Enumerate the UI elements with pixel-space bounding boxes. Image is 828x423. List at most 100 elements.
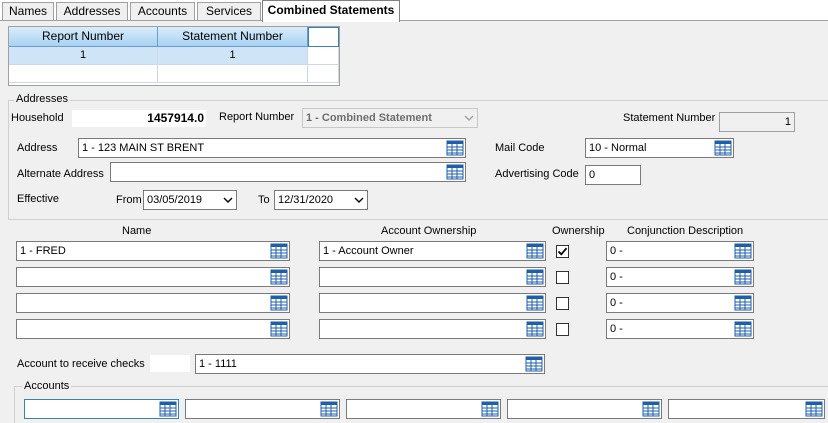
list-picker-icon[interactable] [734, 269, 752, 285]
conjunction-description-field[interactable]: 0 - [606, 241, 754, 261]
alternate-address-field[interactable] [110, 162, 466, 182]
grid-header-statement-number[interactable]: Statement Number [158, 27, 308, 47]
from-label: From [116, 194, 142, 206]
address-label: Address [17, 142, 58, 154]
tab-accounts[interactable]: Accounts [130, 2, 195, 21]
tab-addresses[interactable]: Addresses [56, 2, 128, 21]
conjunction-description-value: 0 - [610, 323, 623, 335]
advertising-code-label: Advertising Code [495, 168, 579, 180]
chevron-down-icon [464, 115, 474, 121]
statement-number-field: 1 [719, 112, 795, 132]
ownership-checkbox[interactable] [556, 271, 569, 284]
list-picker-icon[interactable] [734, 321, 752, 337]
list-picker-icon[interactable] [270, 321, 288, 337]
tab-services[interactable]: Services [197, 2, 261, 21]
ownership-checkbox[interactable] [556, 297, 569, 310]
conjunction-description-field[interactable]: 0 - [606, 293, 754, 313]
advertising-code-field[interactable]: 0 [585, 165, 641, 185]
account-field[interactable] [185, 399, 340, 419]
account-field[interactable] [346, 399, 501, 419]
grid-cell-empty [308, 65, 339, 83]
statements-grid[interactable]: Report Number Statement Number 1 1 [8, 26, 340, 86]
conjunction-description-field[interactable]: 0 - [606, 319, 754, 339]
grid-cell-statement-number[interactable]: 1 [158, 47, 308, 65]
account-ownership-field[interactable] [319, 293, 546, 313]
conjunction-description-value: 0 - [610, 297, 623, 309]
list-picker-icon[interactable] [446, 164, 464, 180]
account-ownership-value: 1 - Account Owner [323, 245, 414, 257]
to-date-value: 12/31/2020 [278, 194, 334, 206]
grid-header-spacer [308, 27, 339, 47]
account-ownership-field[interactable]: 1 - Account Owner [319, 241, 546, 261]
household-value: 1457914.0 [147, 111, 204, 125]
tab-combined-statements[interactable]: Combined Statements [262, 0, 400, 22]
mail-code-value: 10 - Normal [589, 142, 647, 154]
report-number-value: 1 - Combined Statement [306, 112, 432, 124]
list-picker-icon[interactable] [714, 140, 732, 156]
grid-cell-empty [158, 65, 308, 83]
tab-bar: Names Addresses Accounts Services Combin… [0, 0, 828, 22]
grid-cell-empty [308, 47, 339, 65]
conjunction-description-value: 0 - [610, 271, 623, 283]
list-picker-icon[interactable] [734, 243, 752, 259]
from-date-field[interactable]: 03/05/2019 [143, 190, 237, 210]
account-ownership-column-header: Account Ownership [381, 225, 477, 237]
owner-name-value: 1 - FRED [20, 245, 66, 257]
tab-names[interactable]: Names [2, 2, 54, 21]
checks-spacer [150, 355, 190, 372]
chevron-down-icon[interactable] [223, 195, 233, 205]
ownership-checkbox[interactable] [556, 245, 569, 258]
list-picker-icon[interactable] [446, 140, 464, 156]
conjunction-column-header: Conjunction Description [627, 225, 744, 237]
account-field[interactable] [507, 399, 662, 419]
list-picker-icon[interactable] [526, 295, 544, 311]
list-picker-icon[interactable] [526, 269, 544, 285]
list-picker-icon[interactable] [320, 401, 338, 417]
list-picker-icon[interactable] [525, 356, 543, 372]
statement-number-label: Statement Number [623, 112, 716, 124]
from-date-value: 03/05/2019 [147, 194, 203, 206]
account-ownership-field[interactable] [319, 319, 546, 339]
list-picker-icon[interactable] [270, 295, 288, 311]
name-column-header: Name [122, 225, 152, 237]
report-number-select[interactable]: 1 - Combined Statement [302, 108, 478, 128]
list-picker-icon[interactable] [526, 243, 544, 259]
account-field[interactable] [24, 399, 179, 419]
list-picker-icon[interactable] [159, 401, 177, 417]
mail-code-label: Mail Code [495, 142, 545, 154]
list-picker-icon[interactable] [526, 321, 544, 337]
list-picker-icon[interactable] [734, 295, 752, 311]
list-picker-icon[interactable] [805, 401, 823, 417]
ownership-checkbox[interactable] [556, 323, 569, 336]
grid-cell-empty [9, 65, 158, 83]
list-picker-icon[interactable] [270, 243, 288, 259]
accounts-group-title: Accounts [22, 380, 72, 392]
list-picker-icon[interactable] [270, 269, 288, 285]
conjunction-description-value: 0 - [610, 245, 623, 257]
grid-header-report-number[interactable]: Report Number [9, 27, 158, 47]
account-ownership-field[interactable] [319, 267, 546, 287]
conjunction-description-field[interactable]: 0 - [606, 267, 754, 287]
addresses-group-title: Addresses [14, 93, 70, 105]
checkmark-icon [557, 247, 568, 256]
household-label: Household [11, 112, 64, 124]
grid-cell-report-number[interactable]: 1 [9, 47, 158, 65]
account-field[interactable] [668, 399, 825, 419]
ownership-column-header: Ownership [552, 225, 605, 237]
list-picker-icon[interactable] [481, 401, 499, 417]
alternate-address-label: Alternate Address [17, 168, 104, 180]
to-label: To [258, 194, 270, 206]
account-to-receive-checks-label: Account to receive checks [17, 358, 145, 370]
owner-name-field[interactable] [16, 293, 290, 313]
effective-label: Effective [17, 193, 59, 205]
mail-code-field[interactable]: 10 - Normal [585, 138, 734, 158]
list-picker-icon[interactable] [642, 401, 660, 417]
to-date-field[interactable]: 12/31/2020 [274, 190, 368, 210]
address-value: 1 - 123 MAIN ST BRENT [82, 142, 205, 154]
owner-name-field[interactable]: 1 - FRED [16, 241, 290, 261]
chevron-down-icon[interactable] [354, 195, 364, 205]
owner-name-field[interactable] [16, 267, 290, 287]
address-field[interactable]: 1 - 123 MAIN ST BRENT [78, 138, 466, 158]
owner-name-field[interactable] [16, 319, 290, 339]
account-to-receive-checks-field[interactable]: 1 - 1111 [195, 354, 545, 374]
